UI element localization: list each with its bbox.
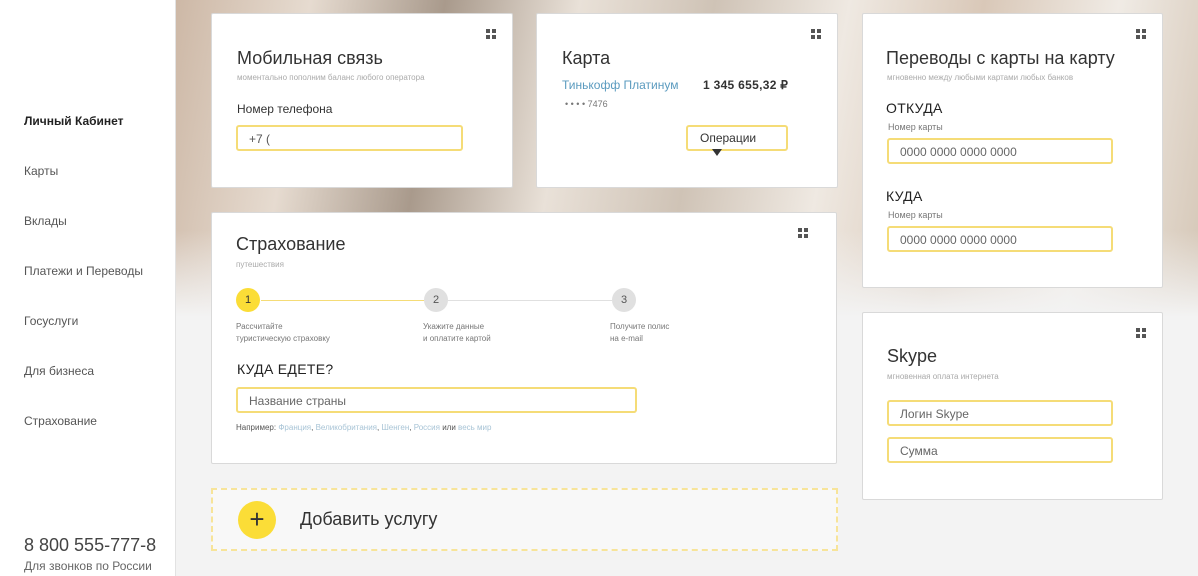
chevron-down-icon [712,149,722,157]
examples-or: или [442,423,456,432]
step-2-indicator: 2 [424,288,448,312]
skype-subtitle: мгновенная оплата интернета [887,372,999,381]
from-card-input[interactable]: 0000 0000 0000 0000 [887,138,1113,164]
from-card-placeholder: 0000 0000 0000 0000 [900,145,1017,159]
mobile-widget: Мобильная связь моментально пополним бал… [211,13,513,188]
card-name-link[interactable]: Тинькофф Платинум [562,78,679,92]
to-card-input[interactable]: 0000 0000 0000 0000 [887,226,1113,252]
sidebar-item-business[interactable]: Для бизнеса [24,364,94,378]
example-france[interactable]: Франция [278,423,311,432]
transfers-widget: Переводы с карты на карту мгновенно межд… [862,13,1163,288]
support-phone[interactable]: 8 800 555-777-8 [24,535,156,556]
from-heading: ОТКУДА [886,100,943,116]
sidebar: Личный Кабинет Карты Вклады Платежи и Пе… [0,0,176,576]
add-service-label: Добавить услугу [300,509,438,529]
sidebar-item-insurance[interactable]: Страхование [24,414,97,428]
drag-handle-icon[interactable] [486,29,496,39]
examples-prefix: Например: [236,423,277,432]
sidebar-item-gov-services[interactable]: Госуслуги [24,314,78,328]
phone-label: Номер телефона [237,102,333,116]
operations-label: Операции [700,131,757,145]
card-title: Карта [562,48,611,68]
step-3-line2: на e-mail [610,334,643,343]
step-1-line1: Рассчитайте [236,322,283,331]
step-line-2 [448,300,612,301]
sidebar-item-deposits[interactable]: Вклады [24,214,67,228]
sidebar-item-cards[interactable]: Карты [24,164,58,178]
drag-handle-icon[interactable] [798,228,808,238]
step-3-text: Получите полис на e-mail [610,321,669,345]
drag-handle-icon[interactable] [1136,328,1146,338]
step-2-line2: и оплатите картой [423,334,491,343]
drag-handle-icon[interactable] [1136,29,1146,39]
sidebar-item-payments[interactable]: Платежи и Переводы [24,264,143,278]
transfers-subtitle: мгновенно между любыми картами любых бан… [887,73,1074,82]
step-line-1 [261,300,424,301]
step-2-text: Укажите данные и оплатите картой [423,321,491,345]
step-3-indicator: 3 [612,288,636,312]
example-uk[interactable]: Великобритания [316,423,377,432]
skype-widget: Skype мгновенная оплата интернета Логин … [862,312,1163,500]
step-1-indicator: 1 [236,288,260,312]
step-2-line1: Укажите данные [423,322,485,331]
phone-input-value: +7 ( [249,132,271,146]
add-service-button[interactable]: + Добавить услугу [211,488,838,551]
card-widget: Карта Тинькофф Платинум 1 345 655,32 ₽ •… [536,13,838,188]
skype-login-input[interactable]: Логин Skype [887,400,1113,426]
step-3-line1: Получите полис [610,322,670,331]
skype-title: Skype [887,346,938,366]
example-russia[interactable]: Россия [414,423,440,432]
mobile-title: Мобильная связь [237,48,383,68]
skype-amount-input[interactable]: Сумма [887,437,1113,463]
step-1-line2: туристическую страховку [236,334,330,343]
to-heading: КУДА [886,188,923,204]
destination-heading: КУДА ЕДЕТЕ? [237,361,334,377]
country-input[interactable]: Название страны [236,387,637,413]
plus-icon[interactable]: + [238,501,276,539]
card-balance: 1 345 655,32 ₽ [703,78,789,92]
country-examples: Например: Франция, Великобритания, Шенге… [236,423,492,432]
to-card-placeholder: 0000 0000 0000 0000 [900,233,1017,247]
operations-dropdown[interactable]: Операции [686,125,788,157]
skype-login-placeholder: Логин Skype [900,407,969,421]
example-whole-world[interactable]: весь мир [458,423,491,432]
drag-handle-icon[interactable] [811,29,821,39]
to-card-label: Номер карты [888,210,943,220]
example-schengen[interactable]: Шенген [381,423,409,432]
insurance-title: Страхование [236,234,346,254]
from-card-label: Номер карты [888,122,943,132]
sidebar-item-personal-cabinet[interactable]: Личный Кабинет [24,114,124,128]
transfers-title: Переводы с карты на карту [886,48,1115,68]
insurance-widget: Страхование путешествия 1 2 3 Рассчитайт… [211,212,837,464]
skype-amount-placeholder: Сумма [900,444,938,458]
phone-input[interactable]: +7 ( [236,125,463,151]
step-1-text: Рассчитайте туристическую страховку [236,321,330,345]
insurance-subtitle: путешествия [236,260,284,269]
card-masked-number: • • • • 7476 [565,99,608,109]
mobile-subtitle: моментально пополним баланс любого опера… [237,73,425,82]
support-phone-note: Для звонков по России [24,559,152,573]
country-placeholder: Название страны [249,394,347,408]
